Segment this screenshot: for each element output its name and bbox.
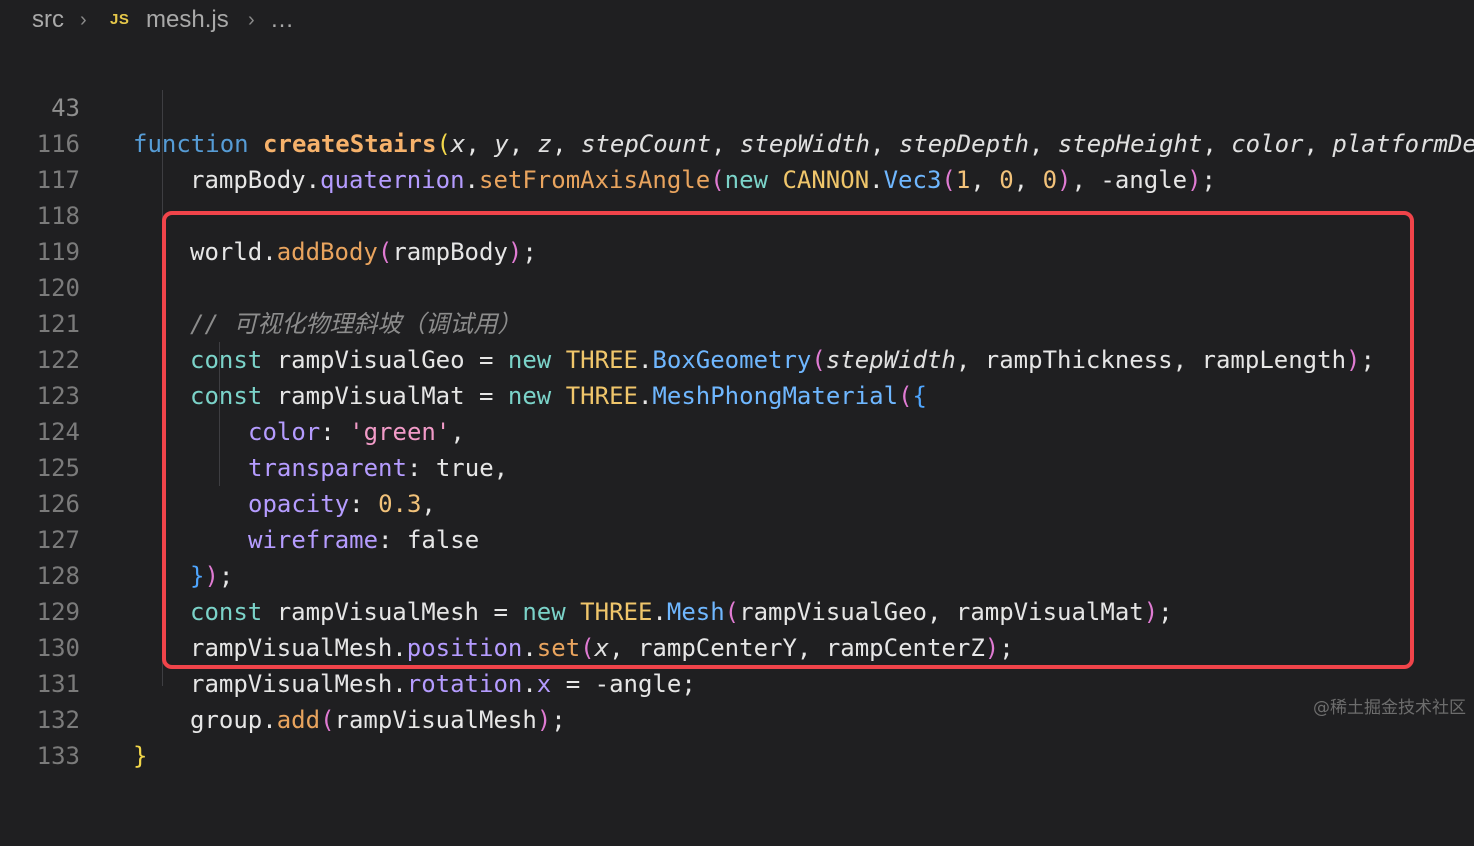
breadcrumb-file[interactable]: mesh.js — [146, 6, 229, 34]
code-line[interactable]: 132 } — [0, 666, 1474, 770]
breadcrumb-more[interactable]: … — [270, 6, 294, 34]
highlight-annotation-box — [162, 211, 1414, 669]
code-line[interactable]: 117 — [0, 126, 1474, 194]
javascript-file-icon: JS — [110, 11, 130, 28]
chevron-right-icon: › — [80, 9, 87, 31]
breadcrumb: src › JS mesh.js › … — [0, 0, 1474, 46]
watermark: @稀土掘金技术社区 — [1313, 698, 1466, 718]
code-line[interactable]: 118 world.addBody(rampBody); — [0, 162, 1474, 266]
breadcrumb-folder[interactable]: src — [32, 6, 64, 34]
chevron-right-icon: › — [248, 9, 255, 31]
code-line[interactable]: 133 — [0, 702, 1474, 770]
code-line-sticky[interactable]: 43 function createStairs(x, y, z, stepCo… — [0, 54, 1474, 158]
line-number: 133 — [36, 742, 80, 770]
line-code: } — [133, 742, 148, 770]
code-line[interactable]: 116 rampBody.quaternion.setFromAxisAngle… — [0, 90, 1474, 194]
